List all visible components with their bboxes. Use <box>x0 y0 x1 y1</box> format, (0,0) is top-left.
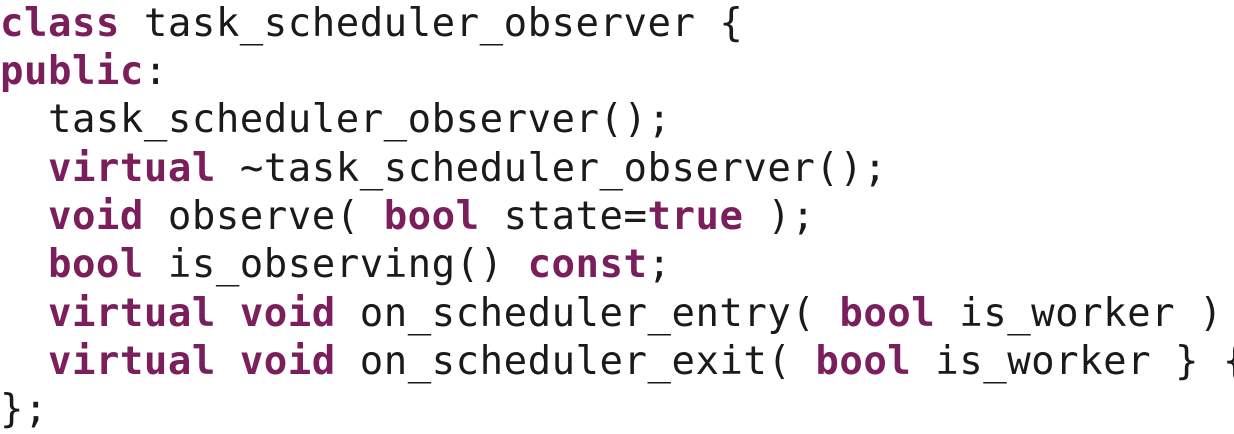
code-text: ~task_scheduler_observer(); <box>215 146 888 191</box>
code-text: on_scheduler_entry( <box>335 291 840 336</box>
code-text: is_observing() <box>143 242 528 287</box>
code-text: ); <box>743 194 816 239</box>
code-line: public: <box>0 48 168 96</box>
code-text: on_scheduler_exit( <box>335 339 816 384</box>
code-keyword: true <box>647 194 744 239</box>
code-line: bool is_observing() const; <box>0 241 671 289</box>
code-line: void observe( bool state=true ); <box>0 193 815 241</box>
code-listing: class task_scheduler_observer {public: t… <box>0 0 1234 434</box>
code-text: state= <box>479 194 648 239</box>
code-text: is_worker ) {} <box>959 291 1224 336</box>
code-text: }; <box>0 387 48 432</box>
code-text: : <box>143 49 168 94</box>
code-keyword: class <box>0 1 120 46</box>
code-keyword: const <box>527 242 648 287</box>
code-keyword: bool <box>383 194 480 239</box>
code-keyword: bool <box>815 339 912 384</box>
code-text: task_scheduler_observer { <box>119 1 744 46</box>
code-keyword: void <box>239 291 336 336</box>
code-line: virtual void on_scheduler_entry( bool is… <box>0 290 1234 338</box>
code-text: ; <box>647 242 672 287</box>
code-keyword: void <box>47 194 144 239</box>
code-keyword: virtual <box>47 339 216 384</box>
code-line: virtual void on_scheduler_exit( bool is_… <box>0 338 1234 386</box>
code-keyword: bool <box>839 291 936 336</box>
code-line: task_scheduler_observer(); <box>0 96 671 144</box>
code-text: task_scheduler_observer(); <box>0 97 672 142</box>
code-keyword: void <box>239 339 336 384</box>
code-keyword: public <box>0 49 144 94</box>
code-keyword: virtual <box>47 291 216 336</box>
code-keyword: virtual <box>47 146 216 191</box>
code-keyword: bool <box>47 242 144 287</box>
code-text: observe( <box>143 194 384 239</box>
code-text: is_worker } {} <box>935 339 1234 384</box>
code-line: virtual ~task_scheduler_observer(); <box>0 145 887 193</box>
code-line: }; <box>0 386 48 434</box>
code-line: class task_scheduler_observer { <box>0 0 743 48</box>
